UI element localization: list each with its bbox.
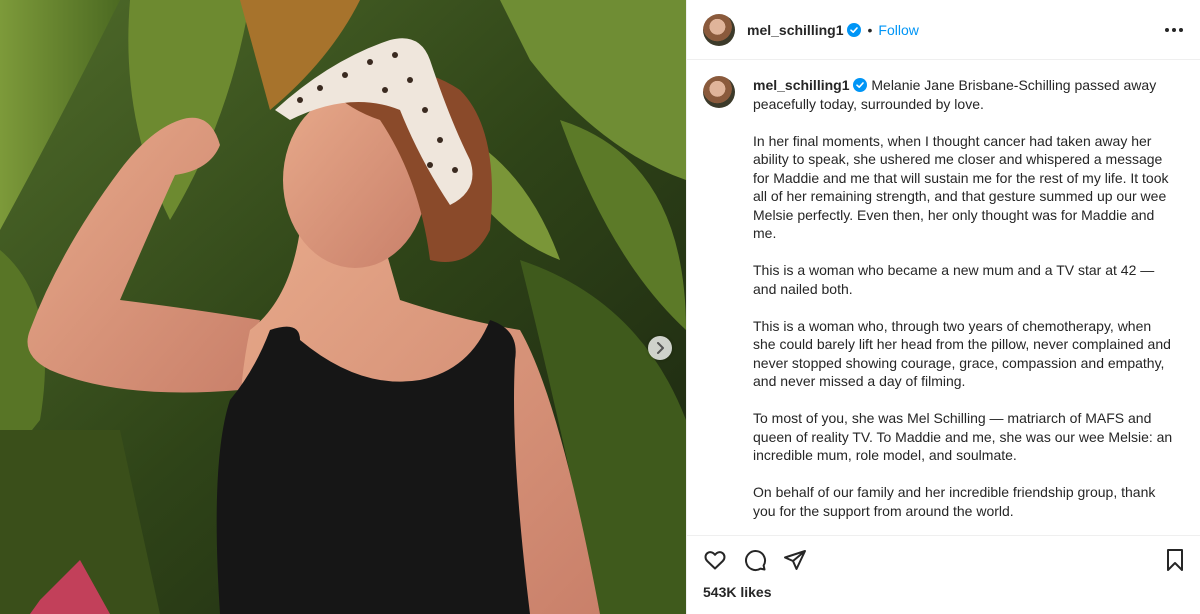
chevron-right-icon bbox=[655, 342, 665, 354]
caption-paragraph: In her final moments, when I thought can… bbox=[753, 132, 1169, 242]
post-photo bbox=[0, 0, 686, 614]
likes-count[interactable]: 543K likes bbox=[687, 584, 1200, 600]
caption-paragraph: On behalf of our family and her incredib… bbox=[753, 484, 1156, 519]
caption-first-paragraph: mel_schilling1 Melanie Jane Brisbane-Sch… bbox=[753, 76, 1173, 113]
verified-badge-icon bbox=[853, 78, 868, 92]
post-media[interactable] bbox=[0, 0, 686, 614]
follow-button[interactable]: Follow bbox=[878, 22, 918, 38]
caption-username[interactable]: mel_schilling1 bbox=[753, 77, 849, 93]
more-options-icon[interactable] bbox=[1164, 27, 1184, 33]
caption-avatar[interactable] bbox=[703, 76, 735, 108]
verified-badge-icon bbox=[847, 22, 862, 37]
share-icon[interactable] bbox=[783, 548, 807, 572]
comment-icon[interactable] bbox=[743, 548, 767, 572]
separator-dot: • bbox=[867, 21, 873, 38]
post-dialog: mel_schilling1 • Follow mel_schilling1 M… bbox=[0, 0, 1200, 614]
heart-icon[interactable] bbox=[703, 548, 727, 572]
caption-paragraph: To most of you, she was Mel Schilling — … bbox=[753, 410, 1173, 463]
avatar[interactable] bbox=[703, 13, 735, 46]
bookmark-icon[interactable] bbox=[1164, 548, 1186, 572]
post-side-panel: mel_schilling1 • Follow mel_schilling1 M… bbox=[686, 0, 1200, 614]
post-header: mel_schilling1 • Follow bbox=[687, 0, 1200, 60]
author-username[interactable]: mel_schilling1 bbox=[747, 22, 843, 38]
caption-text: mel_schilling1 Melanie Jane Brisbane-Sch… bbox=[753, 76, 1173, 535]
next-slide-button[interactable] bbox=[648, 336, 672, 360]
caption-paragraph: This is a woman who became a new mum and… bbox=[753, 262, 1155, 297]
caption-area: mel_schilling1 Melanie Jane Brisbane-Sch… bbox=[687, 60, 1200, 536]
action-bar bbox=[687, 536, 1200, 584]
caption-paragraph: This is a woman who, through two years o… bbox=[753, 317, 1171, 390]
